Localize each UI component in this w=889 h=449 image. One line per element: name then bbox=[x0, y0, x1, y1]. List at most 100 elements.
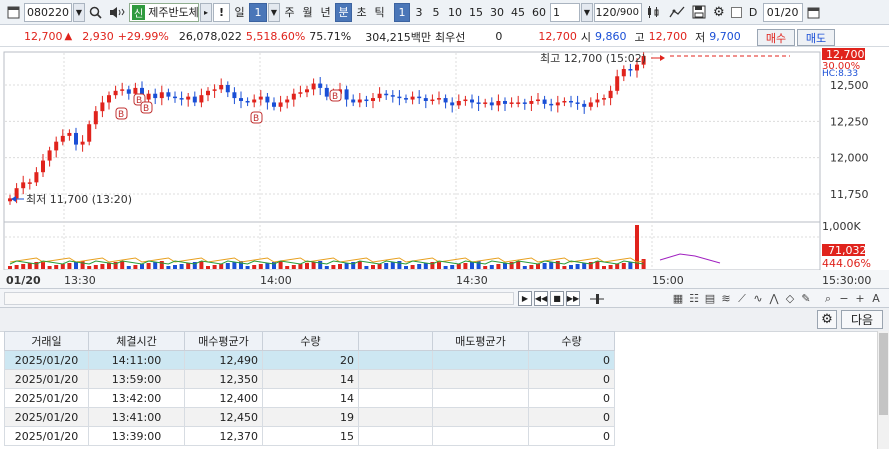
next-button[interactable]: 다음 bbox=[841, 310, 883, 329]
table-cell: 14:11:00 bbox=[88, 350, 185, 370]
period-count-dropdown-icon[interactable]: ▼ bbox=[268, 2, 280, 22]
period-tab-5[interactable]: 틱 bbox=[371, 3, 388, 22]
calendar-icon[interactable] bbox=[804, 3, 823, 22]
period-tab-2[interactable]: 년 bbox=[317, 3, 334, 22]
shape-tool-icon[interactable]: ◇ bbox=[782, 291, 798, 306]
search-icon[interactable] bbox=[86, 3, 105, 22]
volume-bar bbox=[536, 264, 540, 269]
bar-count-field[interactable]: 120 /900 bbox=[594, 2, 642, 22]
period-count-field[interactable]: 1 bbox=[249, 2, 267, 22]
grid-tool-icon[interactable]: ▦ bbox=[670, 291, 686, 306]
window-icon[interactable] bbox=[4, 3, 23, 22]
zoom-in-icon[interactable]: + bbox=[852, 291, 868, 306]
candle-body bbox=[384, 93, 389, 96]
minute-tab-1[interactable]: 1 bbox=[394, 2, 410, 22]
candle-body bbox=[628, 69, 633, 71]
buy-button[interactable]: 매수 bbox=[757, 29, 795, 46]
table-row[interactable]: 2025/01/20 14:11:00 12,490 20 0 bbox=[4, 350, 615, 370]
candle-body bbox=[456, 100, 461, 106]
pattern-tool-icon[interactable]: ⋀ bbox=[766, 291, 782, 306]
column-header-1[interactable]: 체결시간 bbox=[88, 331, 185, 351]
volume-bar bbox=[489, 265, 494, 269]
minute-tab-10[interactable]: 10 bbox=[445, 3, 465, 22]
chart-scrollbar[interactable] bbox=[4, 292, 514, 305]
column-header-5[interactable]: 매도평균가 bbox=[432, 331, 529, 351]
layout-tool-icon[interactable]: ▤ bbox=[702, 291, 718, 306]
minute-tab-5[interactable]: 5 bbox=[428, 3, 444, 22]
table-cell bbox=[358, 407, 433, 427]
chart-type-icon[interactable] bbox=[643, 3, 665, 22]
period-tab-4[interactable]: 초 bbox=[353, 3, 370, 22]
stock-code-input[interactable]: 080220 bbox=[24, 2, 72, 22]
fib-tool-icon[interactable]: ≋ bbox=[718, 291, 734, 306]
table-cell: 12,370 bbox=[184, 426, 263, 446]
draw-tool-icon[interactable]: ✎ bbox=[798, 291, 814, 306]
candle-body bbox=[113, 90, 118, 96]
table-vertical-scrollbar[interactable] bbox=[877, 331, 889, 449]
line-tool-icon[interactable] bbox=[666, 3, 688, 22]
speaker-icon[interactable] bbox=[106, 3, 128, 22]
up-arrow-icon: ▲ bbox=[64, 31, 73, 42]
panel-gear-icon[interactable]: ⚙ bbox=[817, 310, 837, 329]
minute-tab-45[interactable]: 45 bbox=[508, 3, 528, 22]
table-cell: 0 bbox=[528, 369, 615, 389]
table-row[interactable]: 2025/01/20 13:39:00 12,370 15 0 bbox=[4, 426, 615, 446]
settings-gear-icon[interactable]: ⚙ bbox=[710, 3, 728, 22]
date-field[interactable]: 01/20 bbox=[762, 2, 803, 22]
alert-button[interactable]: ! bbox=[213, 2, 230, 22]
save-icon[interactable] bbox=[689, 3, 709, 22]
period-tab-1[interactable]: 월 bbox=[299, 3, 316, 22]
date-checkbox[interactable] bbox=[730, 6, 742, 18]
rewind-icon[interactable]: ◀◀ bbox=[534, 291, 548, 306]
price-chart[interactable]: BBBBB 최고 12,700 (15:02) 최저 11,700 (13:20… bbox=[0, 48, 889, 288]
volume-bar bbox=[483, 266, 488, 269]
text-tool-icon[interactable]: A bbox=[868, 291, 884, 306]
column-header-4[interactable] bbox=[358, 331, 433, 351]
minute-tab-15[interactable]: 15 bbox=[466, 3, 486, 22]
column-header-0[interactable]: 거래일 bbox=[4, 331, 89, 351]
zoom-out-icon[interactable]: − bbox=[836, 291, 852, 306]
zoom-search-icon[interactable]: ⌕ bbox=[820, 291, 836, 306]
table-row[interactable]: 2025/01/20 13:59:00 12,350 14 0 bbox=[4, 369, 615, 389]
minute-tab-3[interactable]: 3 bbox=[411, 3, 427, 22]
high-annotation: 최고 12,700 (15:02) bbox=[540, 52, 646, 65]
play-icon[interactable]: ▶▶ bbox=[566, 291, 580, 306]
trade-history-table: 거래일 체결시간 매수평균가 수량 매도평균가 수량 2025/01/20 14:11:00… bbox=[4, 331, 615, 446]
minute-tab-30[interactable]: 30 bbox=[487, 3, 507, 22]
candle-body bbox=[404, 98, 408, 100]
stock-name-field[interactable]: 신 제주반도체 bbox=[129, 2, 199, 22]
volume-bar bbox=[219, 264, 224, 269]
open-price: 9,860 bbox=[594, 30, 627, 43]
current-price-axis-label: 12,700 bbox=[826, 48, 865, 61]
candle-body bbox=[153, 93, 158, 99]
minute-tab-60[interactable]: 60 bbox=[529, 3, 549, 22]
table-cell: 12,450 bbox=[184, 407, 263, 427]
period-tabs: 주월년분초틱 bbox=[281, 2, 388, 22]
candle-body bbox=[555, 102, 560, 106]
scroll-right-icon[interactable]: ▶ bbox=[518, 291, 532, 306]
period-day-button[interactable]: 일 bbox=[231, 3, 248, 22]
candle-body bbox=[219, 85, 224, 90]
volume-bar bbox=[252, 265, 257, 269]
trend-tool-icon[interactable]: ⟋ bbox=[734, 291, 750, 306]
table-tool-icon[interactable]: ☷ bbox=[686, 291, 702, 306]
table-row[interactable]: 2025/01/20 13:42:00 12,400 14 0 bbox=[4, 388, 615, 408]
column-header-6[interactable]: 수량 bbox=[528, 331, 615, 351]
volume-bar bbox=[456, 264, 461, 269]
code-dropdown-icon[interactable]: ▼ bbox=[73, 2, 85, 22]
chart-toolbar: ▶ ◀◀ ■ ▶▶ ▦ ☷ ▤ ≋ ⟋ ∿ ⋀ ◇ ✎ ⌕ − + A bbox=[0, 288, 889, 308]
sell-button[interactable]: 매도 bbox=[797, 29, 835, 46]
wave-tool-icon[interactable]: ∿ bbox=[750, 291, 766, 306]
table-row[interactable]: 2025/01/20 13:41:00 12,450 19 0 bbox=[4, 407, 615, 427]
interval-field[interactable]: 1 bbox=[550, 2, 580, 22]
scrollbar-thumb[interactable] bbox=[879, 333, 888, 415]
stop-icon[interactable]: ■ bbox=[550, 291, 564, 306]
stock-name-dropdown-icon[interactable]: ▸ bbox=[200, 2, 212, 22]
zoom-slider[interactable] bbox=[588, 291, 604, 306]
period-tab-0[interactable]: 주 bbox=[281, 3, 298, 22]
period-tab-3[interactable]: 분 bbox=[335, 2, 352, 22]
column-header-3[interactable]: 수량 bbox=[262, 331, 359, 351]
interval-dropdown-icon[interactable]: ▼ bbox=[581, 2, 593, 22]
bar-count-value: 120 bbox=[595, 5, 617, 19]
column-header-2[interactable]: 매수평균가 bbox=[184, 331, 263, 351]
